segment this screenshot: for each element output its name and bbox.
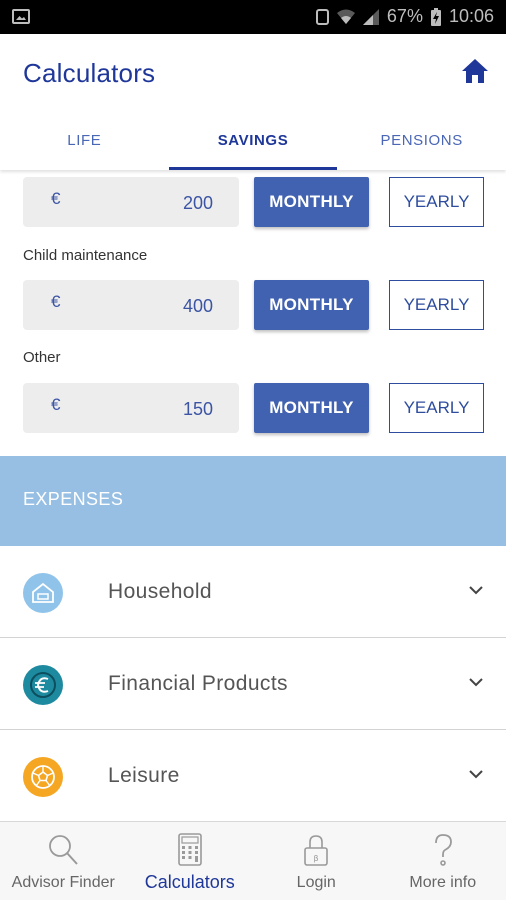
status-bar: 67% 10:06	[0, 0, 506, 34]
category-leisure[interactable]: Leisure	[0, 730, 506, 821]
nav-label: Calculators	[144, 872, 235, 892]
expenses-section-header: EXPENSES	[0, 456, 506, 546]
monthly-button[interactable]: MONTHLY	[254, 280, 369, 330]
yearly-button[interactable]: YEARLY	[389, 280, 484, 330]
category-household[interactable]: Household	[0, 546, 506, 638]
battery-percent: 67%	[386, 6, 423, 26]
battery-charging-icon	[430, 7, 441, 26]
nav-login[interactable]: β Login	[253, 822, 380, 900]
bottom-navigation: Advisor Finder Calculators β Login More …	[0, 821, 506, 900]
chevron-down-icon	[469, 770, 483, 779]
amount-input[interactable]: € 400	[23, 280, 239, 330]
chevron-down-icon	[469, 586, 483, 595]
chevron-down-icon	[469, 678, 483, 687]
currency-symbol: €	[51, 292, 61, 311]
monthly-button[interactable]: MONTHLY	[254, 383, 369, 433]
monthly-button[interactable]: MONTHLY	[254, 177, 369, 227]
currency-symbol: €	[51, 189, 61, 208]
yearly-button[interactable]: YEARLY	[389, 383, 484, 433]
home-button[interactable]	[460, 56, 490, 86]
question-icon	[434, 834, 452, 866]
amount-row: € 200 MONTHLY YEARLY	[23, 177, 484, 227]
tab-savings[interactable]: SAVINGS	[168, 112, 338, 170]
alarm-icon	[315, 8, 329, 25]
app-bar: Calculators LIFE SAVINGS PENSIONS	[0, 34, 506, 170]
category-financial-products[interactable]: Financial Products	[0, 638, 506, 730]
category-label: Household	[108, 580, 213, 603]
nav-label: Advisor Finder	[11, 874, 115, 891]
field-label-child-maintenance: Child maintenance	[23, 247, 148, 264]
nav-calculators[interactable]: Calculators	[127, 822, 254, 900]
amount-value: 150	[182, 399, 213, 419]
lock-icon: β	[304, 835, 329, 866]
ball-icon	[23, 757, 63, 797]
euro-icon	[23, 665, 63, 705]
amount-row: € 150 MONTHLY YEARLY	[23, 383, 484, 433]
category-label: Financial Products	[108, 672, 288, 695]
signal-icon	[362, 8, 379, 25]
image-notification-icon	[12, 9, 30, 24]
amount-input[interactable]: € 150	[23, 383, 239, 433]
expenses-title: EXPENSES	[23, 489, 124, 509]
nav-label: More info	[409, 874, 477, 891]
currency-symbol: €	[51, 395, 61, 414]
category-label: Leisure	[108, 764, 180, 787]
status-icons: 67% 10:06	[315, 6, 494, 27]
yearly-button[interactable]: YEARLY	[389, 177, 484, 227]
tab-pensions[interactable]: PENSIONS	[337, 112, 506, 170]
svg-text:β: β	[314, 854, 319, 863]
tab-life[interactable]: LIFE	[0, 112, 169, 170]
wifi-icon	[336, 9, 355, 25]
search-icon	[49, 835, 78, 865]
nav-more-info[interactable]: More info	[380, 822, 506, 900]
page-title: Calculators	[23, 58, 156, 88]
tab-bar: LIFE SAVINGS PENSIONS	[0, 112, 506, 170]
home-icon	[462, 59, 488, 83]
clock: 10:06	[448, 6, 494, 26]
amount-value: 400	[182, 296, 213, 316]
nav-label: Login	[296, 874, 336, 891]
calculator-icon	[177, 833, 202, 866]
house-icon	[23, 573, 63, 613]
amount-value: 200	[182, 193, 213, 213]
amount-row: € 400 MONTHLY YEARLY	[23, 280, 484, 330]
field-label-other: Other	[23, 349, 61, 366]
nav-advisor-finder[interactable]: Advisor Finder	[0, 822, 127, 900]
amount-input[interactable]: € 200	[23, 177, 239, 227]
